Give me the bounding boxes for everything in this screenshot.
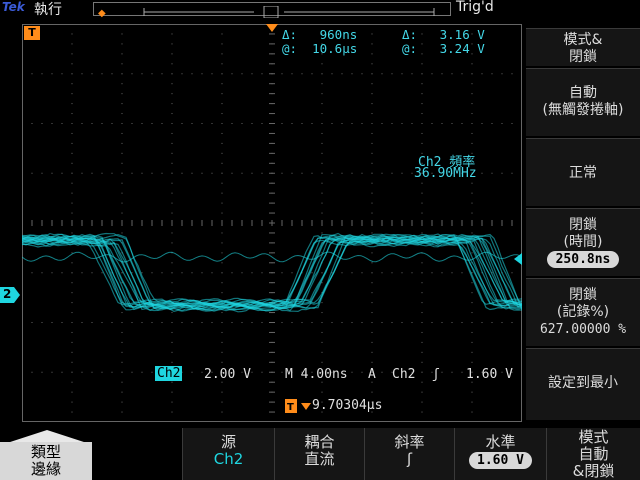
waveform-trace	[21, 237, 523, 310]
slope-label: 斜率	[394, 433, 425, 451]
source-value: Ch2	[213, 450, 244, 468]
holdoff-time-button[interactable]: 閉鎖 (時間) 250.8ns	[526, 208, 640, 276]
coupling-label: 耦合	[304, 433, 335, 451]
trigger-status: Trig'd	[456, 0, 494, 15]
record-position-bar[interactable]: ◆ ▼	[93, 0, 451, 19]
side-menu-title: 模式& 閉鎖	[526, 28, 640, 66]
holdoff-time-value: 250.8ns	[546, 251, 620, 268]
waveform-trace	[21, 237, 523, 306]
auto-mode-button[interactable]: 自動 (無觸發捲軸)	[526, 68, 640, 136]
trigger-position-marker[interactable]: T	[24, 26, 40, 40]
waveform-trace	[21, 238, 523, 311]
record-position-graphic: ◆ ▼	[98, 0, 435, 19]
source-button[interactable]: 源 Ch2	[182, 428, 274, 480]
side-menu: 模式& 閉鎖 自動 (無觸發捲軸) 正常 閉鎖 (時間) 250.8ns 閉鎖 …	[526, 0, 640, 480]
channel-marker-label: 2	[3, 287, 12, 301]
set-minimum-button[interactable]: 設定到最小	[526, 348, 640, 420]
holdoff-record-value: 627.00000 %	[539, 322, 627, 337]
waveform-trace	[21, 236, 523, 305]
trigger-type-button[interactable]: 類型 邊緣	[0, 428, 92, 480]
trigger-level: 1.60 V	[466, 367, 513, 382]
trigger-position: 9.70304μs	[312, 398, 383, 413]
trigger-time-marker	[266, 24, 278, 32]
svg-text:T: T	[287, 402, 294, 413]
source-label: 源	[220, 433, 236, 451]
graticule	[21, 23, 523, 423]
coupling-value: 直流	[304, 450, 335, 468]
brand-logo: Tek	[2, 0, 25, 14]
timebase: M 4.00ns	[285, 367, 348, 382]
trigger-level-marker[interactable]	[512, 250, 522, 269]
cursor-at-volt: @: 3.24 V	[402, 41, 485, 56]
level-value: 1.60 V	[469, 452, 532, 469]
trigger-level-arrow-icon	[514, 253, 522, 265]
volts-per-div: 2.00 V	[204, 367, 251, 382]
waveform-trace	[21, 236, 523, 305]
acquisition-mode: A	[368, 367, 376, 382]
cursor-delta-volt: Δ: 3.16 V	[402, 27, 485, 42]
run-state: 執行	[34, 2, 62, 18]
level-button[interactable]: 水準 1.60 V	[454, 428, 546, 480]
channel-label[interactable]: Ch2	[155, 366, 183, 381]
holdoff-record-label: 閉鎖 (記錄%)	[556, 287, 610, 320]
channel2-ground-marker[interactable]: 2	[0, 287, 20, 303]
svg-text:▼: ▼	[269, 6, 277, 8]
trigger-type-label: 類型 邊緣	[30, 443, 61, 478]
mode-holdoff-button[interactable]: 模式 自動 &閉鎖	[546, 428, 640, 480]
slope-icon: ʃ	[406, 450, 413, 468]
svg-text:◆: ◆	[98, 8, 106, 18]
waveform-display[interactable]	[21, 23, 523, 423]
trigger-slope-icon: ʃ	[432, 367, 440, 382]
cursor-at-time: @: 10.6μs	[282, 41, 358, 56]
slope-button[interactable]: 斜率 ʃ	[364, 428, 454, 480]
waveform-trace	[21, 235, 523, 309]
trigger-marker-label: T	[28, 26, 36, 39]
coupling-button[interactable]: 耦合 直流	[274, 428, 364, 480]
normal-mode-button[interactable]: 正常	[526, 138, 640, 206]
frequency-value: 36.90MHz	[414, 166, 477, 181]
level-label: 水準	[485, 433, 516, 451]
trigger-source: Ch2	[392, 367, 416, 382]
cursor-delta-time: Δ: 960ns	[282, 27, 358, 42]
holdoff-record-button[interactable]: 閉鎖 (記錄%) 627.00000 %	[526, 278, 640, 346]
holdoff-time-label: 閉鎖 (時間)	[563, 217, 603, 250]
